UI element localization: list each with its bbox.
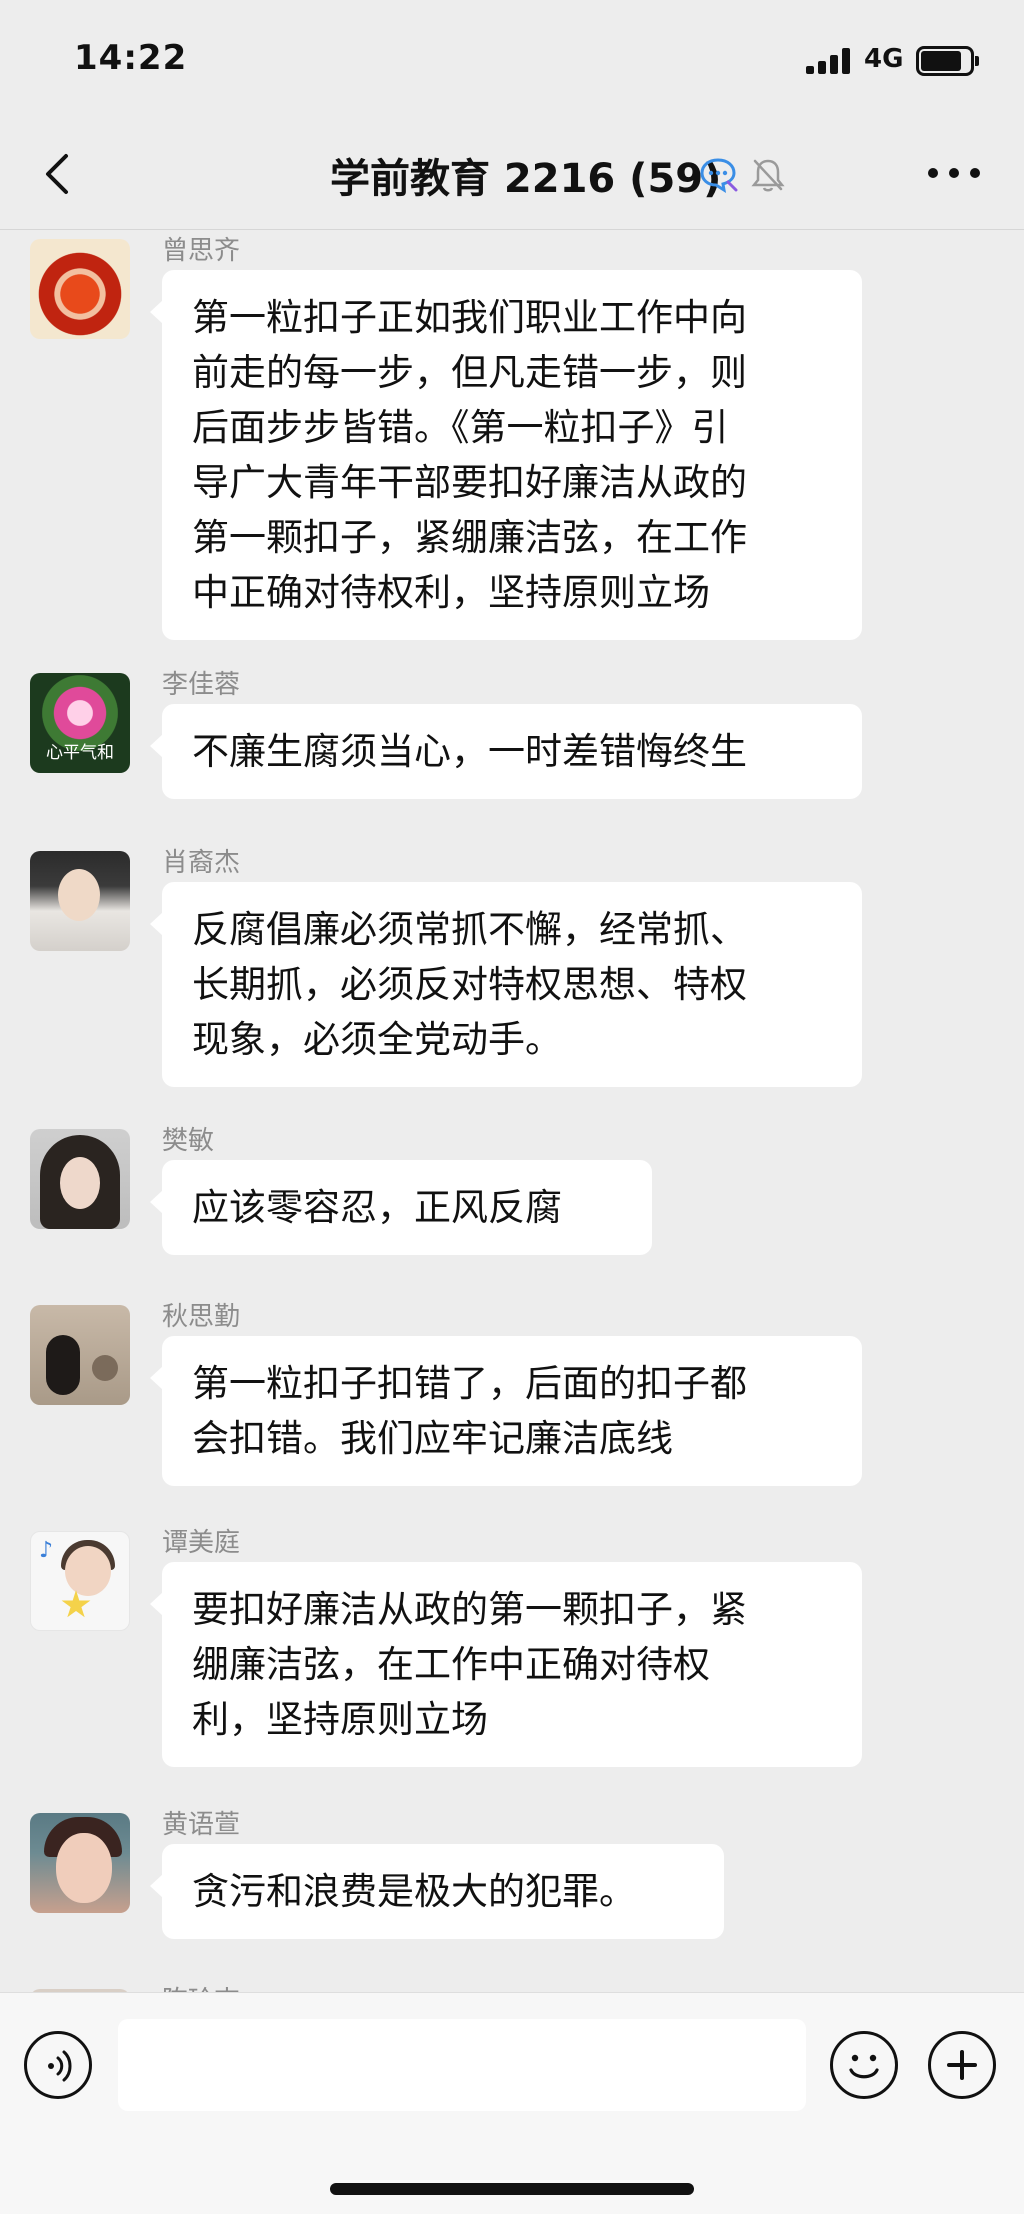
message-text: 前走的每一步，但凡走错一步，则 <box>192 351 747 394</box>
sender-name: 谭美庭 <box>162 1528 241 1558</box>
message-bubble[interactable]: 反腐倡廉必须常抓不懈，经常抓、 长期抓，必须反对特权思想、特权 现象，必须全党动… <box>150 882 862 1087</box>
signal-icon <box>806 48 854 74</box>
plus-icon[interactable] <box>928 2031 996 2099</box>
status-bar: 14:22 4G <box>0 0 1024 120</box>
input-bar <box>0 1992 1024 2214</box>
message-text: 第一粒扣子扣错了，后面的扣子都 <box>192 1362 747 1405</box>
message-text: 长期抓，必须反对特权思想、特权 <box>192 963 747 1006</box>
battery-icon <box>916 46 980 76</box>
sender-name: 李佳蓉 <box>162 670 241 700</box>
message-text: 应该零容忍，正风反腐 <box>192 1186 562 1229</box>
avatar-caption: 心平气和 <box>46 743 114 763</box>
sender-name: 樊敏 <box>162 1126 215 1156</box>
voice-icon[interactable] <box>24 2031 92 2099</box>
message-text: 绷廉洁弦，在工作中正确对待权 <box>192 1643 710 1686</box>
message-bubble[interactable]: 贪污和浪费是极大的犯罪。 <box>150 1844 724 1939</box>
message-input[interactable] <box>118 2019 806 2111</box>
chat-title: 学前教育 2216 (59) <box>330 156 722 202</box>
message-bubble[interactable]: 不廉生腐须当心，一时差错悔终生 <box>150 704 862 799</box>
back-icon[interactable] <box>38 150 78 198</box>
sender-name: 肖裔杰 <box>162 848 241 878</box>
avatar[interactable] <box>30 239 130 339</box>
message-text: 现象，必须全党动手。 <box>192 1018 562 1061</box>
message-text: 不廉生腐须当心，一时差错悔终生 <box>192 730 747 773</box>
emoji-icon[interactable] <box>830 2031 898 2099</box>
avatar[interactable] <box>30 851 130 951</box>
more-icon[interactable] <box>928 168 980 180</box>
message-text: 要扣好廉洁从政的第一颗扣子，紧 <box>192 1588 747 1631</box>
sender-name: 曾思齐 <box>162 236 241 266</box>
avatar[interactable]: ♪ <box>30 1531 130 1631</box>
message-text: 第一粒扣子正如我们职业工作中向 <box>192 296 747 339</box>
network-label: 4G <box>864 44 904 74</box>
message-bubble[interactable]: 第一粒扣子扣错了，后面的扣子都 会扣错。我们应牢记廉洁底线 <box>150 1336 862 1486</box>
message-text: 贪污和浪费是极大的犯罪。 <box>192 1870 636 1913</box>
mute-icon <box>750 156 786 194</box>
sender-name: 黄语萱 <box>162 1810 241 1840</box>
chat-settings-icon[interactable] <box>698 156 738 194</box>
avatar[interactable] <box>30 1305 130 1405</box>
avatar[interactable] <box>30 1129 130 1229</box>
message-bubble[interactable]: 要扣好廉洁从政的第一颗扣子，紧 绷廉洁弦，在工作中正确对待权 利，坚持原则立场 <box>150 1562 862 1767</box>
message-text: 利，坚持原则立场 <box>192 1698 488 1741</box>
status-time: 14:22 <box>74 38 188 78</box>
message-bubble[interactable]: 第一粒扣子正如我们职业工作中向 前走的每一步，但凡走错一步，则 后面步步皆错。《… <box>150 270 862 640</box>
avatar[interactable]: 心平气和 <box>30 673 130 773</box>
home-indicator <box>330 2183 694 2195</box>
message-text: 会扣错。我们应牢记廉洁底线 <box>192 1417 673 1460</box>
message-text: 导广大青年干部要扣好廉洁从政的 <box>192 461 747 504</box>
chat-screen: 14:22 4G 学前教育 2216 (59) 曾思齐 第一粒扣子正如我们职业工… <box>0 0 1024 2214</box>
message-text: 反腐倡廉必须常抓不懈，经常抓、 <box>192 908 747 951</box>
sender-name: 秋思勤 <box>162 1302 241 1332</box>
nav-bar: 学前教育 2216 (59) <box>0 120 1024 230</box>
message-bubble[interactable]: 应该零容忍，正风反腐 <box>150 1160 652 1255</box>
sender-name: 陈玲吉 <box>162 1980 240 1992</box>
message-list[interactable]: 曾思齐 第一粒扣子正如我们职业工作中向 前走的每一步，但凡走错一步，则 后面步步… <box>0 230 1024 1992</box>
avatar[interactable] <box>30 1813 130 1913</box>
message-text: 第一颗扣子，紧绷廉洁弦，在工作 <box>192 516 747 559</box>
message-text: 中正确对待权利，坚持原则立场 <box>192 571 710 614</box>
message-text: 后面步步皆错。《第一粒扣子》引 <box>192 406 729 449</box>
